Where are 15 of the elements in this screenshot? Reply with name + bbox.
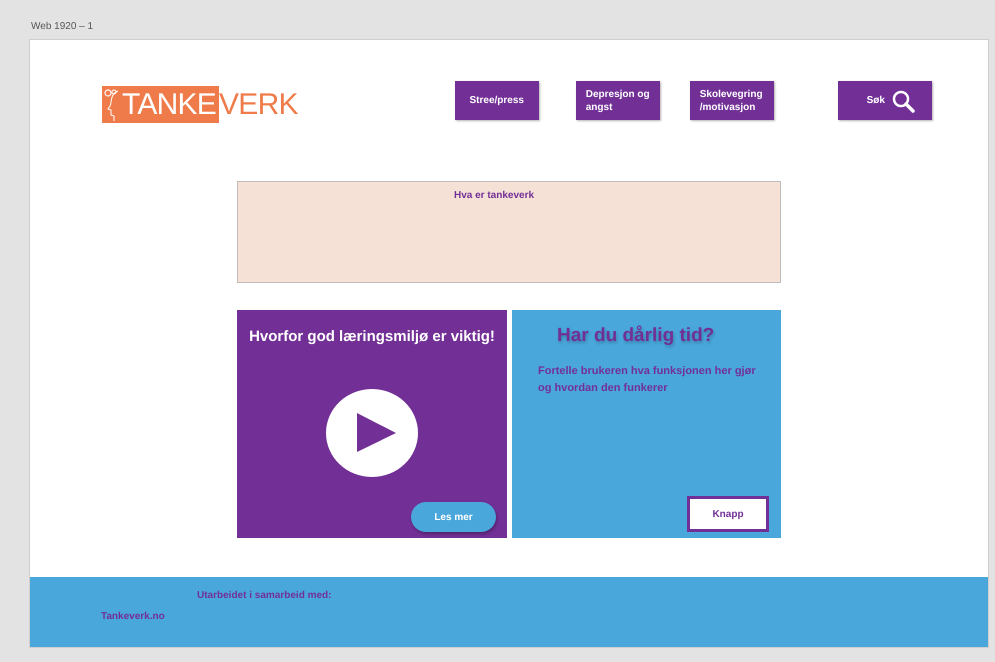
play-icon[interactable] [326, 388, 418, 476]
video-card-title: Hvorfor god læringsmiljø er viktig! [249, 327, 495, 347]
nav-button[interactable]: Stree/press [454, 81, 539, 120]
search-icon [890, 88, 915, 112]
nav-button[interactable]: Skolevegring /motivasjon [690, 81, 774, 120]
logo-text: VERK [219, 90, 298, 120]
nav-button[interactable]: Depresjon og angst [576, 81, 660, 120]
info-box-title: Hva er tankeverk [454, 189, 534, 203]
time-card-text: Fortelle brukeren hva funksjonen her gjør og hvordan den funkerer [538, 364, 757, 396]
footer-credit: Utarbeidet i samarbeid med: [197, 589, 332, 603]
time-card-title: Har du dårlig tid? [557, 324, 716, 348]
knapp-button[interactable]: Knapp [687, 496, 769, 532]
logo-text: TANKE [122, 90, 216, 120]
search-button[interactable]: Søk [838, 81, 932, 120]
artboard-title: Web 1920 – 1 [31, 20, 94, 34]
